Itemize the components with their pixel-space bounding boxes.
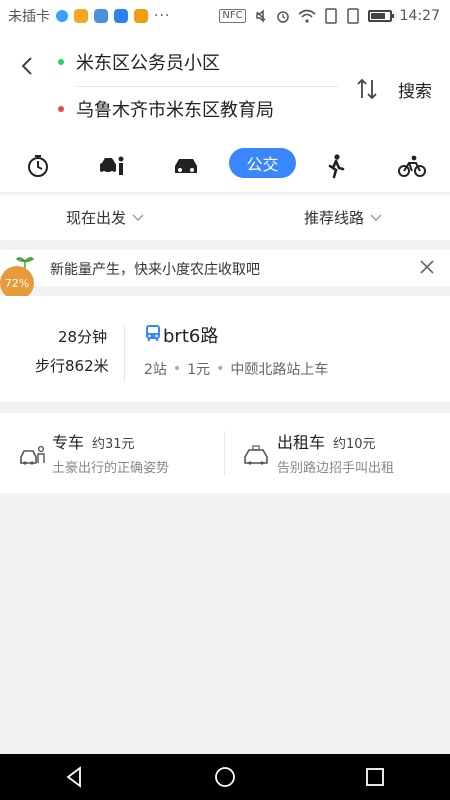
transport-mode-bar: 公交 bbox=[0, 142, 450, 193]
other-transport-options: 专车 约31元 土豪出行的正确姿势 出租车 约10元 告别路边招手叫出租 bbox=[0, 413, 450, 493]
taxi-subtitle: 告别路边招手叫出租 bbox=[277, 461, 395, 476]
nav-back-icon[interactable] bbox=[63, 765, 87, 789]
swap-icon[interactable] bbox=[354, 76, 380, 102]
chevron-down-icon bbox=[132, 214, 144, 221]
alarm-icon bbox=[276, 11, 289, 23]
mode-bike[interactable] bbox=[396, 150, 428, 182]
route-preference-label: 推荐线路 bbox=[304, 209, 365, 227]
divider bbox=[124, 324, 125, 382]
route-header: 米东区公务员小区 乌鲁木齐市米东区教育局 搜索 bbox=[0, 32, 450, 142]
separator-dot: • bbox=[216, 361, 225, 377]
promo-banner[interactable]: 新能量产生，快来小度农庄收取吧 bbox=[0, 250, 450, 286]
car-person-icon bbox=[100, 156, 124, 175]
close-icon[interactable] bbox=[418, 258, 436, 276]
overflow-icon: ··· bbox=[154, 8, 171, 24]
nav-recents-icon[interactable] bbox=[363, 765, 387, 789]
premier-title: 专车 bbox=[52, 433, 85, 452]
timer-icon bbox=[28, 155, 48, 177]
mode-fastest[interactable] bbox=[22, 150, 54, 182]
filter-bar: 现在出发 推荐线路 bbox=[0, 195, 450, 241]
route-inputs: 米东区公务员小区 乌鲁木齐市米东区教育局 bbox=[58, 42, 338, 129]
boarding-stop: 中颐北路站上车 bbox=[230, 362, 329, 378]
mode-transit[interactable]: 公交 bbox=[229, 148, 296, 178]
mode-walk[interactable] bbox=[320, 150, 352, 182]
divider bbox=[224, 431, 225, 475]
bus-line-name: brt6路 bbox=[163, 326, 219, 347]
origin-text: 米东区公务员小区 bbox=[76, 53, 220, 74]
premier-car-option[interactable]: 专车 约31元 土豪出行的正确姿势 bbox=[52, 429, 169, 476]
walk-icon bbox=[328, 154, 345, 179]
bus-icon bbox=[146, 325, 160, 341]
clock: 14:27 bbox=[399, 8, 440, 24]
route-divider bbox=[76, 86, 338, 87]
taxi-option[interactable]: 出租车 约10元 告别路边招手叫出租 bbox=[277, 429, 394, 476]
origin-dot bbox=[58, 59, 64, 65]
search-button[interactable]: 搜索 bbox=[398, 77, 432, 102]
route-meta: 2站 • 1元 • 中颐北路站上车 bbox=[144, 359, 328, 379]
app-icon bbox=[56, 10, 68, 22]
destination-dot bbox=[58, 106, 64, 112]
nfc-icon: NFC bbox=[219, 9, 246, 23]
battery-icon bbox=[367, 10, 394, 22]
car-icon bbox=[175, 159, 197, 173]
mute-icon bbox=[255, 9, 266, 23]
back-icon[interactable] bbox=[16, 54, 40, 78]
wifi-icon bbox=[298, 9, 316, 23]
walk-distance: 步行862米 bbox=[35, 357, 109, 375]
depart-time-dropdown[interactable]: 现在出发 bbox=[66, 207, 144, 228]
taxi-title: 出租车 bbox=[277, 433, 326, 452]
chevron-down-icon bbox=[370, 214, 382, 221]
fare: 1元 bbox=[187, 362, 211, 378]
status-bar: 未插卡 ··· NFC 14:27 bbox=[0, 0, 450, 32]
app-icon bbox=[114, 9, 128, 23]
sim-icon bbox=[324, 8, 337, 24]
nav-home-icon[interactable] bbox=[213, 765, 237, 789]
destination-text: 乌鲁木齐市米东区教育局 bbox=[76, 100, 274, 121]
mode-taxi[interactable] bbox=[96, 150, 128, 182]
bike-icon bbox=[398, 155, 426, 177]
carrier-label: 未插卡 bbox=[8, 9, 50, 25]
route-preference-dropdown[interactable]: 推荐线路 bbox=[304, 207, 382, 228]
mode-drive[interactable] bbox=[170, 150, 202, 182]
origin-field[interactable]: 米东区公务员小区 bbox=[58, 42, 338, 82]
system-nav-bar bbox=[0, 754, 450, 800]
app-icon bbox=[94, 9, 108, 23]
separator-dot: • bbox=[172, 361, 182, 377]
sim-icon bbox=[346, 8, 359, 24]
destination-field[interactable]: 乌鲁木齐市米东区教育局 bbox=[58, 89, 338, 129]
promo-text: 新能量产生，快来小度农庄收取吧 bbox=[50, 262, 260, 278]
premier-price: 约31元 bbox=[92, 437, 135, 452]
taxi-icon bbox=[244, 445, 268, 465]
energy-badge[interactable]: 72% bbox=[0, 266, 34, 300]
app-icon bbox=[74, 9, 88, 23]
taxi-price: 约10元 bbox=[333, 437, 376, 452]
app-icon bbox=[134, 9, 148, 23]
premier-subtitle: 土豪出行的正确姿势 bbox=[52, 461, 170, 476]
transit-route-card[interactable]: 28分钟 步行862米 brt6路 2站 • 1元 • 中颐北路站上车 bbox=[0, 296, 450, 402]
premier-car-icon bbox=[20, 445, 45, 465]
depart-time-label: 现在出发 bbox=[66, 209, 127, 227]
route-duration: 28分钟 bbox=[58, 328, 108, 346]
stop-count: 2站 bbox=[144, 362, 167, 378]
